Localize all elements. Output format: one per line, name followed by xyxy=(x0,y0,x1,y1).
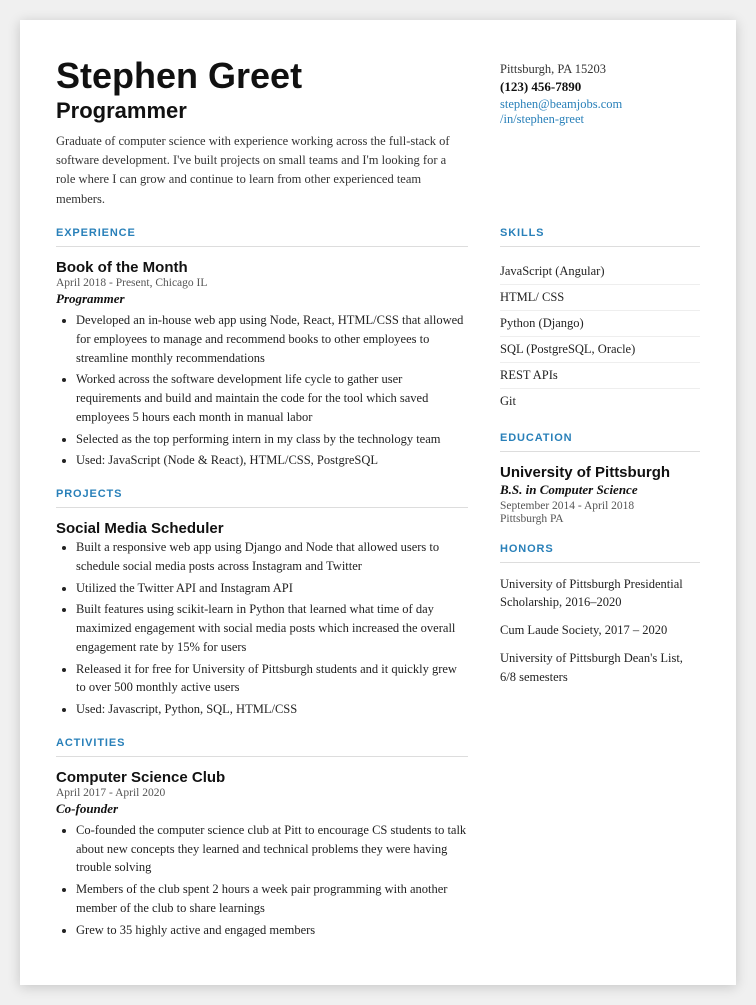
skill-item: REST APIs xyxy=(500,363,700,389)
entry-title: Social Media Scheduler xyxy=(56,520,468,537)
entry-dates: April 2018 - Present, Chicago IL xyxy=(56,277,468,289)
education-label: EDUCATION xyxy=(500,432,700,444)
activities-section: Computer Science ClubApril 2017 - April … xyxy=(56,769,468,940)
skill-item: Git xyxy=(500,389,700,414)
entry-title: Book of the Month xyxy=(56,259,468,276)
skill-item: JavaScript (Angular) xyxy=(500,259,700,285)
entry-title: Computer Science Club xyxy=(56,769,468,786)
skills-list: JavaScript (Angular)HTML/ CSSPython (Dja… xyxy=(500,259,700,414)
bullet-item: Worked across the software development l… xyxy=(76,370,468,426)
entry-bullets: Co-founded the computer science club at … xyxy=(56,821,468,940)
entry-bullets: Built a responsive web app using Django … xyxy=(56,538,468,719)
projects-section: Social Media SchedulerBuilt a responsive… xyxy=(56,520,468,719)
right-column: SKILLS JavaScript (Angular)HTML/ CSSPyth… xyxy=(500,227,700,949)
skill-item: HTML/ CSS xyxy=(500,285,700,311)
entry: Book of the MonthApril 2018 - Present, C… xyxy=(56,259,468,470)
edu-dates: September 2014 - April 2018 xyxy=(500,500,700,512)
skills-label: SKILLS xyxy=(500,227,700,239)
entry: Social Media SchedulerBuilt a responsive… xyxy=(56,520,468,719)
experience-section: Book of the MonthApril 2018 - Present, C… xyxy=(56,259,468,470)
honor-item: Cum Laude Society, 2017 – 2020 xyxy=(500,621,700,639)
entry-role: Co-founder xyxy=(56,801,468,817)
bullet-item: Released it for free for University of P… xyxy=(76,660,468,698)
contact-block: Pittsburgh, PA 15203 (123) 456-7890 step… xyxy=(500,62,700,127)
entry-bullets: Developed an in-house web app using Node… xyxy=(56,311,468,470)
edu-city: Pittsburgh PA xyxy=(500,513,700,525)
skill-item: SQL (PostgreSQL, Oracle) xyxy=(500,337,700,363)
header-summary: Graduate of computer science with experi… xyxy=(56,132,468,210)
honor-item: University of Pittsburgh Presidential Sc… xyxy=(500,575,700,611)
bullet-item: Developed an in-house web app using Node… xyxy=(76,311,468,367)
bullet-item: Members of the club spent 2 hours a week… xyxy=(76,880,468,918)
bullet-item: Built a responsive web app using Django … xyxy=(76,538,468,576)
bullet-item: Utilized the Twitter API and Instagram A… xyxy=(76,579,468,598)
bullet-item: Used: Javascript, Python, SQL, HTML/CSS xyxy=(76,700,468,719)
entry-dates: April 2017 - April 2020 xyxy=(56,787,468,799)
edu-school: University of Pittsburgh xyxy=(500,464,700,481)
skill-item: Python (Django) xyxy=(500,311,700,337)
contact-email[interactable]: stephen@beamjobs.com xyxy=(500,97,700,112)
resume-page: Stephen Greet Programmer Graduate of com… xyxy=(20,20,736,985)
header-title: Programmer xyxy=(56,98,468,124)
bullet-item: Co-founded the computer science club at … xyxy=(76,821,468,877)
bullet-item: Grew to 35 highly active and engaged mem… xyxy=(76,921,468,940)
education-block: University of Pittsburgh B.S. in Compute… xyxy=(500,464,700,525)
contact-phone: (123) 456-7890 xyxy=(500,79,700,95)
entry: Computer Science ClubApril 2017 - April … xyxy=(56,769,468,940)
contact-city: Pittsburgh, PA 15203 xyxy=(500,62,700,77)
bullet-item: Selected as the top performing intern in… xyxy=(76,430,468,449)
contact-linkedin[interactable]: /in/stephen-greet xyxy=(500,112,700,127)
projects-label: PROJECTS xyxy=(56,488,468,500)
bullet-item: Used: JavaScript (Node & React), HTML/CS… xyxy=(76,451,468,470)
experience-label: EXPERIENCE xyxy=(56,227,468,239)
left-column: EXPERIENCE Book of the MonthApril 2018 -… xyxy=(56,227,468,949)
honors-list: University of Pittsburgh Presidential Sc… xyxy=(500,575,700,686)
entry-role: Programmer xyxy=(56,291,468,307)
header-name: Stephen Greet xyxy=(56,56,468,96)
bullet-item: Built features using scikit-learn in Pyt… xyxy=(76,600,468,656)
honor-item: University of Pittsburgh Dean's List, 6/… xyxy=(500,649,700,685)
edu-degree: B.S. in Computer Science xyxy=(500,482,700,498)
honors-label: HONORS xyxy=(500,543,700,555)
activities-label: ACTIVITIES xyxy=(56,737,468,749)
